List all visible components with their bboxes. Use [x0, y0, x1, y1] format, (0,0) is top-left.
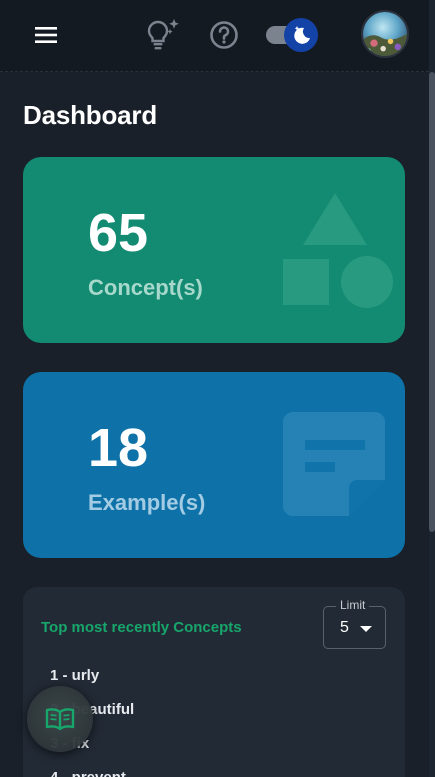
floating-action-button[interactable] — [27, 686, 93, 752]
menu-button[interactable] — [30, 20, 62, 50]
hamburger-menu-icon — [35, 27, 57, 43]
limit-label: Limit — [336, 598, 370, 612]
chevron-down-icon — [360, 626, 372, 632]
recent-concepts-title: Top most recently Concepts — [41, 619, 242, 636]
concepts-label: Concept(s) — [88, 275, 203, 300]
user-avatar[interactable] — [361, 10, 409, 58]
avatar-image — [363, 12, 407, 56]
sticky-note-icon — [283, 412, 385, 516]
top-app-bar — [0, 0, 429, 72]
limit-select[interactable]: Limit 5 — [323, 598, 386, 649]
help-circle-icon — [210, 21, 238, 49]
toggle-track — [266, 18, 318, 52]
idea-button[interactable] — [144, 16, 184, 54]
lightbulb-sparkle-icon — [147, 19, 179, 50]
limit-value: 5 — [340, 619, 349, 636]
scrollbar-thumb[interactable] — [429, 72, 435, 532]
examples-label: Example(s) — [88, 490, 206, 515]
shapes-icon — [283, 193, 393, 308]
examples-count: 18 — [88, 418, 149, 478]
recent-concepts-panel: Top most recently Concepts Limit 5 1 - u… — [23, 587, 405, 777]
concepts-count: 65 — [88, 203, 149, 263]
list-item[interactable]: 4 - prevent — [50, 769, 134, 777]
page-title: Dashboard — [23, 100, 158, 130]
open-book-icon — [45, 708, 75, 731]
concepts-stat-card[interactable]: 65 Concept(s) — [23, 157, 405, 343]
help-button[interactable] — [207, 16, 241, 54]
theme-toggle-switch[interactable] — [264, 17, 320, 53]
examples-stat-card[interactable]: 18 Example(s) — [23, 372, 405, 558]
app-root: Dashboard 65 Concept(s) 18 Example(s) To… — [0, 0, 435, 777]
